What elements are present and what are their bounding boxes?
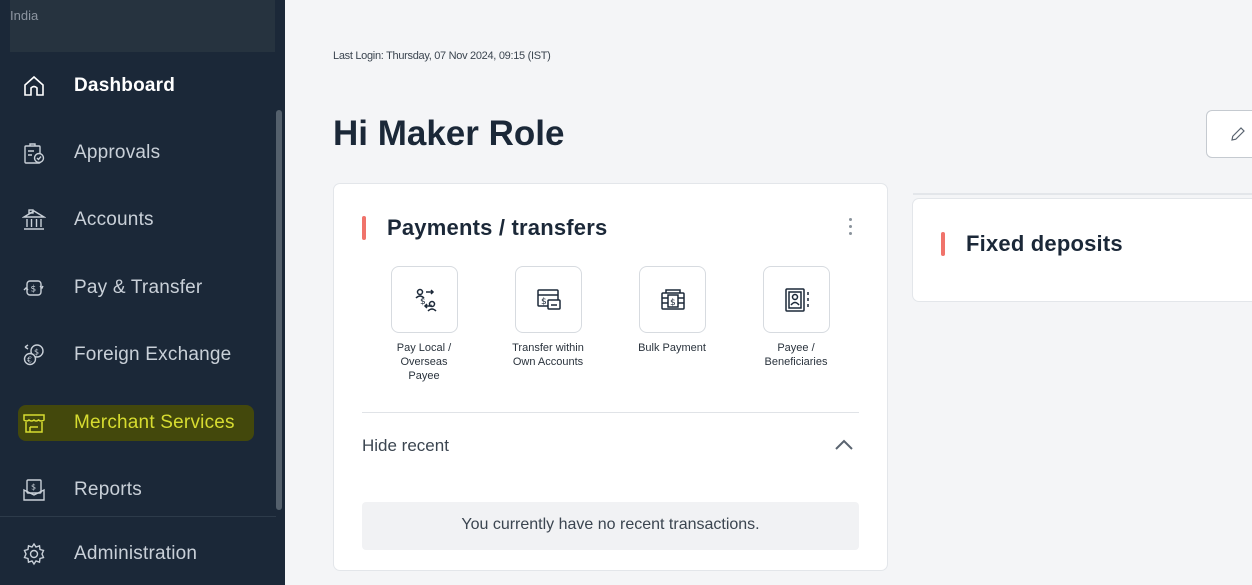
pay-local-overseas-payee-action[interactable]: $ Pay Local / Overseas Payee xyxy=(374,266,474,383)
sidebar-item-label: Dashboard xyxy=(74,75,176,96)
card-divider xyxy=(362,412,859,413)
sidebar-item-accounts[interactable]: Accounts xyxy=(0,189,272,251)
action-label: Transfer within Own Accounts xyxy=(512,342,584,368)
sidebar-item-pay-transfer[interactable]: $ Pay & Transfer xyxy=(0,257,272,319)
svg-text:€: € xyxy=(27,356,32,365)
sidebar-item-label: Merchant Services xyxy=(74,412,235,433)
action-tile: $ xyxy=(638,266,706,333)
chevron-up-icon[interactable] xyxy=(834,438,854,452)
pencil-icon xyxy=(1231,127,1245,141)
svg-text:$: $ xyxy=(541,297,547,307)
card-accent xyxy=(362,216,366,240)
sidebar-item-label: Accounts xyxy=(74,209,154,230)
edit-dashboard-button[interactable] xyxy=(1206,110,1252,158)
svg-text:$: $ xyxy=(31,483,36,492)
action-label: Bulk Payment xyxy=(638,342,706,354)
sidebar-item-label: Foreign Exchange xyxy=(74,344,232,365)
sidebar: India Dashboard Approvals Accounts $ Pay… xyxy=(0,0,285,585)
last-login-text: Last Login: Thursday, 07 Nov 2024, 09:15… xyxy=(333,50,551,62)
action-label: Pay Local / Overseas Payee xyxy=(396,342,452,382)
gear-icon xyxy=(23,542,45,566)
country-selector[interactable]: India xyxy=(10,0,275,52)
action-label: Payee / Beneficiaries xyxy=(764,342,828,368)
sidebar-item-reports[interactable]: $ Reports xyxy=(0,459,272,521)
merchant-store-icon xyxy=(23,414,45,433)
action-tile: $ xyxy=(514,266,582,333)
bulk-payment-action[interactable]: $ Bulk Payment xyxy=(622,266,722,355)
sidebar-item-administration[interactable]: Administration xyxy=(0,523,272,585)
bank-icon xyxy=(22,209,46,230)
approvals-icon xyxy=(24,143,45,164)
sidebar-item-label: Pay & Transfer xyxy=(74,277,203,298)
payments-card-title: Payments / transfers xyxy=(387,215,608,240)
svg-text:$: $ xyxy=(31,285,37,295)
hide-recent-toggle[interactable]: Hide recent xyxy=(362,436,449,456)
pay-transfer-icon: $ xyxy=(23,280,44,296)
payee-beneficiaries-action[interactable]: Payee / Beneficiaries xyxy=(746,266,846,369)
pay-payee-icon: $ xyxy=(414,288,437,312)
svg-text:$: $ xyxy=(670,298,676,308)
sidebar-divider xyxy=(0,516,276,517)
more-options-icon[interactable] xyxy=(845,218,855,240)
action-tile: $ xyxy=(390,266,458,333)
bulk-payment-icon: $ xyxy=(660,289,685,310)
sidebar-scroll-thumb[interactable] xyxy=(276,110,282,510)
sidebar-item-foreign-exchange[interactable]: $ € Foreign Exchange xyxy=(0,324,272,386)
country-label: India xyxy=(10,8,39,23)
card-accent xyxy=(941,232,945,256)
action-tile xyxy=(762,266,830,333)
empty-state: You currently have no recent transaction… xyxy=(362,502,859,550)
panel-top-border xyxy=(913,193,1252,195)
foreign-exchange-icon: $€ xyxy=(23,344,44,366)
sidebar-item-dashboard[interactable]: Dashboard xyxy=(0,55,272,117)
sidebar-item-merchant-services[interactable]: Merchant Services xyxy=(0,392,272,454)
payee-book-icon xyxy=(784,288,809,312)
sidebar-item-approvals[interactable]: Approvals xyxy=(0,122,272,184)
sidebar-item-label: Approvals xyxy=(74,142,161,163)
sidebar-item-label: Administration xyxy=(74,543,198,564)
svg-text:$: $ xyxy=(420,297,426,307)
fixed-deposits-card-title: Fixed deposits xyxy=(966,231,1123,256)
empty-state-message: You currently have no recent transaction… xyxy=(461,516,760,533)
reports-icon: $ xyxy=(23,479,45,501)
page-title: Hi Maker Role xyxy=(333,114,565,153)
own-transfer-icon: $ xyxy=(536,289,561,310)
sidebar-item-label: Reports xyxy=(74,479,142,500)
transfer-within-own-accounts-action[interactable]: $ Transfer within Own Accounts xyxy=(498,266,598,369)
home-icon xyxy=(24,75,44,96)
